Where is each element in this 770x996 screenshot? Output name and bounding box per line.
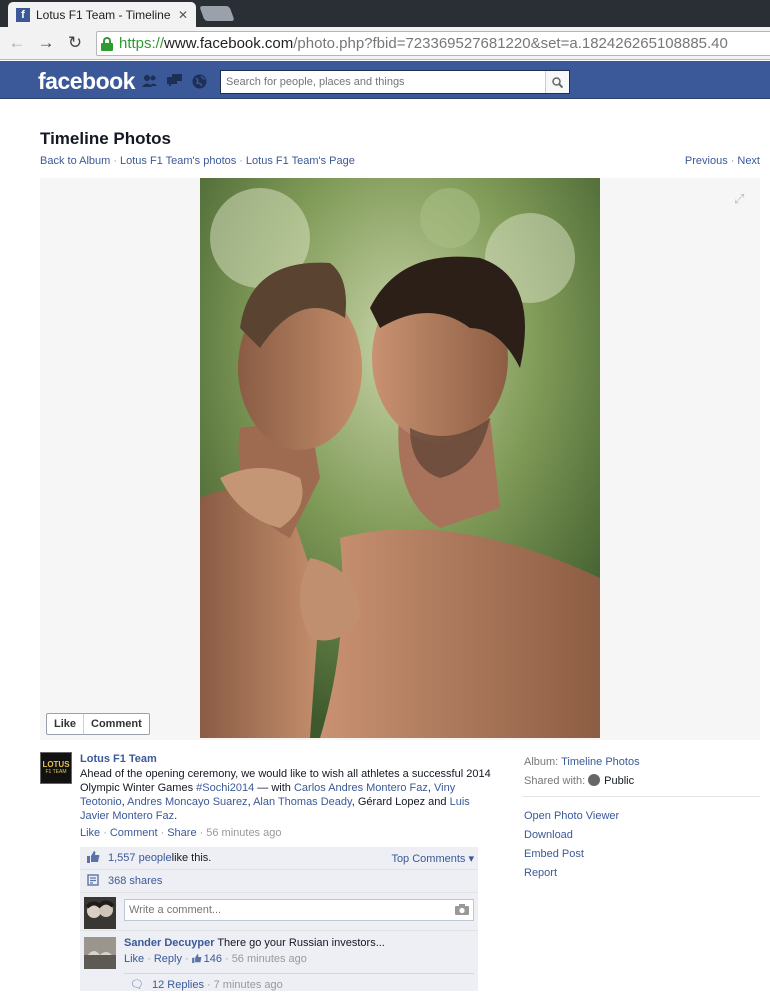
post-timestamp[interactable]: 56 minutes ago — [206, 827, 281, 839]
post-like-link[interactable]: Like — [80, 827, 100, 839]
photo-like-button[interactable]: Like — [47, 714, 83, 734]
facebook-logo[interactable]: facebook — [38, 68, 135, 95]
feedback-box: 1,557 people like this. Top Comments ▾ 3… — [80, 847, 478, 991]
thumbs-up-icon — [84, 850, 102, 866]
messages-icon[interactable] — [167, 74, 182, 88]
share-icon — [84, 873, 102, 889]
likes-row: 1,557 people like this. Top Comments ▾ — [80, 847, 478, 870]
page-photos-link[interactable]: Lotus F1 Team's photos — [120, 155, 236, 167]
replies-timestamp: 7 minutes ago — [213, 979, 283, 991]
replies-icon: 🗨 — [130, 979, 144, 991]
shares-count-link[interactable]: 368 shares — [108, 875, 162, 887]
url-text: https://www.facebook.com/photo.php?fbid=… — [119, 35, 728, 52]
page-name-link[interactable]: Lotus F1 Team — [80, 753, 157, 765]
shared-with-label: Shared with: — [524, 775, 586, 787]
notifications-globe-icon[interactable] — [192, 74, 207, 89]
download-link[interactable]: Download — [524, 826, 619, 845]
divider — [522, 796, 760, 797]
photo-meta: Album: Timeline Photos Shared with: Publi… — [524, 753, 640, 791]
photo-stage: ⤢ Like Comment — [40, 178, 760, 740]
post-share-link[interactable]: Share — [167, 827, 196, 839]
comment-actions: Like · Reply · 146 · 56 minutes ago — [124, 953, 307, 965]
comment-like-link[interactable]: Like — [124, 953, 144, 965]
friend-requests-icon[interactable] — [142, 74, 157, 88]
facebook-top-bar: facebook — [0, 61, 770, 99]
photo-like-comment-box: Like Comment — [46, 713, 150, 735]
comment-item: Sander Decuyper There go your Russian in… — [80, 931, 478, 991]
tag-plain: Gérard Lopez — [357, 796, 426, 808]
facebook-search — [220, 70, 570, 94]
page-link[interactable]: Lotus F1 Team's Page — [246, 155, 355, 167]
album-link[interactable]: Timeline Photos — [561, 756, 639, 768]
album-label: Album: — [524, 756, 559, 768]
privacy-value[interactable]: Public — [604, 775, 634, 787]
post-actions: Like · Comment · Share · 56 minutes ago — [80, 827, 282, 839]
search-icon — [552, 76, 563, 88]
search-input[interactable] — [221, 71, 545, 93]
tag-link[interactable]: Alan Thomas Deady — [253, 796, 352, 808]
likes-count-link[interactable]: 1,557 people — [108, 852, 172, 864]
comment-input[interactable] — [125, 904, 451, 916]
open-photo-viewer-link[interactable]: Open Photo Viewer — [524, 807, 619, 826]
expand-icon[interactable]: ⤢ — [734, 192, 748, 206]
forward-arrow-icon[interactable]: → — [35, 33, 57, 53]
ssl-lock-icon — [101, 36, 113, 51]
replies-link[interactable]: 12 Replies — [152, 979, 204, 991]
comment-timestamp[interactable]: 56 minutes ago — [232, 953, 307, 965]
browser-tab[interactable]: f Lotus F1 Team - Timeline ✕ — [8, 2, 196, 27]
report-link[interactable]: Report — [524, 864, 619, 883]
commenter-avatar[interactable] — [84, 937, 116, 969]
next-link[interactable]: Next — [737, 155, 760, 167]
back-to-album-link[interactable]: Back to Album — [40, 155, 110, 167]
thumbs-up-small-icon — [191, 954, 202, 963]
shares-row: 368 shares — [80, 870, 478, 893]
camera-icon[interactable] — [451, 903, 473, 918]
user-avatar[interactable] — [84, 897, 116, 929]
main-photo[interactable] — [200, 178, 600, 738]
comment-field — [124, 899, 474, 921]
post-comment-link[interactable]: Comment — [110, 827, 158, 839]
comment-reply-link[interactable]: Reply — [154, 953, 182, 965]
breadcrumb: Back to Album · Lotus F1 Team's photos · Lot… — [40, 155, 355, 167]
previous-link[interactable]: Previous — [685, 155, 728, 167]
back-arrow-icon[interactable]: ← — [6, 33, 28, 53]
facebook-favicon-icon: f — [16, 7, 30, 22]
photo-options: Open Photo Viewer Download Embed Post Re… — [524, 807, 619, 883]
hashtag-link[interactable]: #Sochi2014 — [196, 782, 254, 794]
address-bar[interactable]: https://www.facebook.com/photo.php?fbid=… — [96, 31, 770, 56]
public-globe-icon — [588, 774, 601, 786]
page-title: Timeline Photos — [40, 129, 171, 148]
reload-icon[interactable]: ↻ — [64, 33, 86, 53]
tab-close-icon[interactable]: ✕ — [178, 8, 188, 22]
tab-title: Lotus F1 Team - Timeline — [36, 7, 171, 22]
browser-toolbar: ← → ↻ https://www.facebook.com/photo.php… — [0, 27, 770, 60]
commenter-name[interactable]: Sander Decuyper — [124, 937, 214, 949]
comment-like-count[interactable]: 146 — [191, 953, 222, 965]
page-avatar[interactable]: LOTUS F1 TEAM — [40, 752, 72, 784]
likes-suffix: like this. — [171, 852, 212, 864]
embed-post-link[interactable]: Embed Post — [524, 845, 619, 864]
top-comments-dropdown[interactable]: Top Comments ▾ — [391, 852, 478, 865]
replies-row: 🗨 12 Replies · 7 minutes ago — [124, 973, 474, 991]
new-tab-button[interactable] — [199, 6, 235, 21]
search-button[interactable] — [545, 71, 569, 93]
tag-link[interactable]: Carlos Andres Montero Faz — [294, 782, 428, 794]
post-caption: Ahead of the opening ceremony, we would … — [80, 768, 491, 822]
photo-pager: Previous · Next — [684, 155, 760, 167]
comment-composer — [80, 893, 478, 931]
tag-link[interactable]: Andres Moncayo Suarez — [127, 796, 247, 808]
browser-tab-bar: f Lotus F1 Team - Timeline ✕ — [0, 0, 770, 27]
photo-comment-button[interactable]: Comment — [83, 714, 149, 734]
comment-text: Sander Decuyper There go your Russian in… — [124, 937, 385, 949]
